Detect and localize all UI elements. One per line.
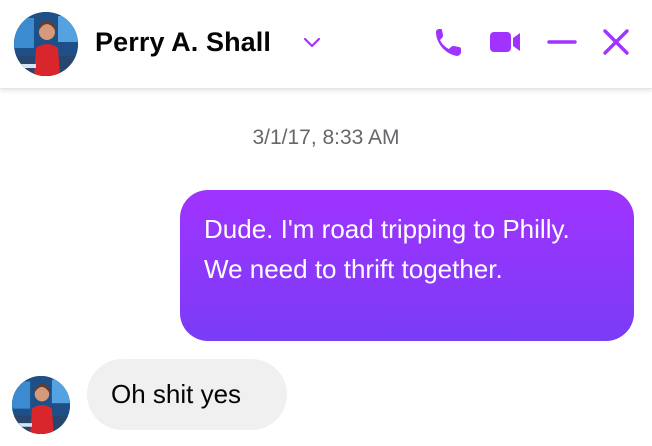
close-button[interactable] xyxy=(598,22,634,62)
video-camera-icon xyxy=(490,32,520,52)
phone-icon xyxy=(436,29,461,56)
chevron-down-icon[interactable] xyxy=(302,36,322,50)
outgoing-message[interactable]: Dude. I'm road tripping to Philly. We ne… xyxy=(180,190,634,341)
incoming-message[interactable]: Oh shit yes xyxy=(87,359,287,430)
avatar-photo xyxy=(12,376,70,434)
contact-avatar-small[interactable] xyxy=(12,376,70,434)
call-button[interactable] xyxy=(430,22,466,62)
chat-header: Perry A. Shall xyxy=(0,0,652,89)
minimize-button[interactable] xyxy=(544,22,580,62)
contact-avatar[interactable] xyxy=(14,12,78,76)
close-icon xyxy=(603,29,629,55)
contact-name[interactable]: Perry A. Shall xyxy=(95,27,271,58)
video-call-button[interactable] xyxy=(487,22,523,62)
avatar-photo xyxy=(14,12,78,76)
minimize-icon xyxy=(547,40,577,44)
message-timestamp: 3/1/17, 8:33 AM xyxy=(252,126,400,149)
